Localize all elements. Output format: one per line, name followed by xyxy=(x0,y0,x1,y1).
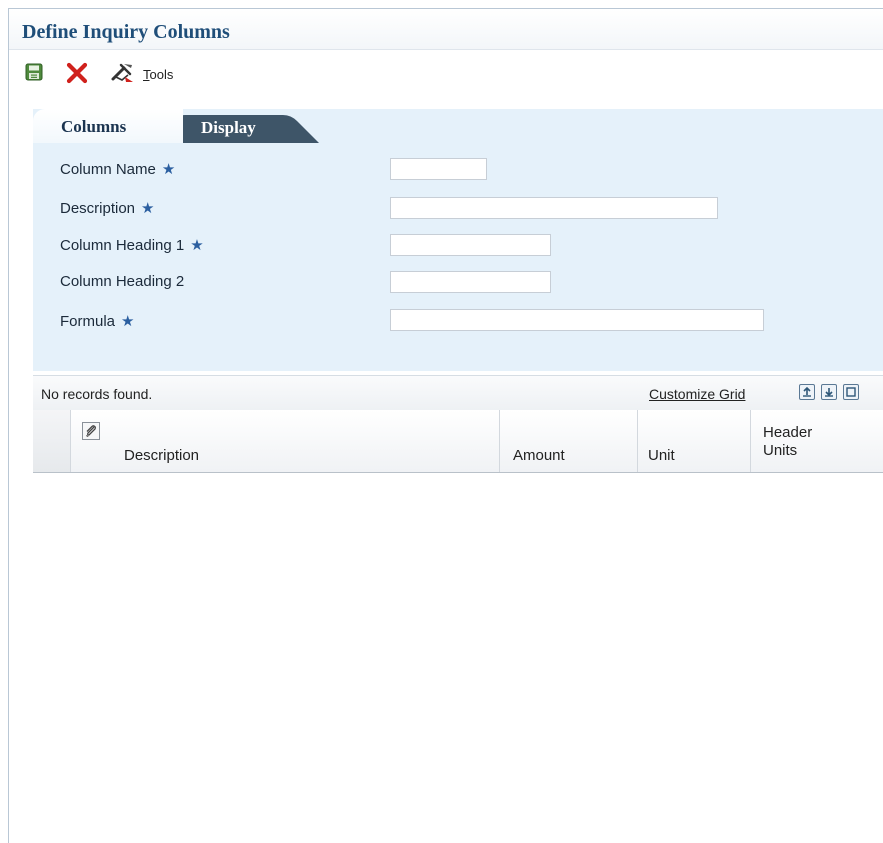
tab-display[interactable]: Display xyxy=(171,115,319,143)
column-header-header-units-line1: Header xyxy=(763,424,813,441)
required-star-icon: ★ xyxy=(190,237,204,254)
column-name-label: Column Name ★ xyxy=(60,161,176,178)
column-header-amount[interactable]: Amount xyxy=(500,410,638,472)
column-header-unit[interactable]: Unit xyxy=(638,410,751,472)
column-header-amount-label: Amount xyxy=(513,447,565,464)
column-heading-2-label: Column Heading 2 xyxy=(60,273,185,290)
column-header-unit-label: Unit xyxy=(648,447,675,464)
formula-input[interactable] xyxy=(390,309,764,331)
tools-menu[interactable]: Tools xyxy=(143,67,173,82)
tab-columns-label: Columns xyxy=(61,117,127,136)
grid-header: Description Amount Unit Header Units xyxy=(33,410,883,473)
row-selector-column[interactable] xyxy=(33,410,71,472)
application-frame: Define Inquiry Columns Tools Display Col… xyxy=(8,8,883,843)
required-star-icon: ★ xyxy=(121,313,135,330)
grid-status-bar: No records found. Customize Grid xyxy=(33,375,883,411)
column-header-header-units-line2: Units xyxy=(763,442,798,459)
column-name-input[interactable] xyxy=(390,158,487,180)
page-title: Define Inquiry Columns xyxy=(22,21,230,43)
column-heading-1-input[interactable] xyxy=(390,234,551,256)
toolbar: Tools xyxy=(9,50,883,86)
import-icon[interactable] xyxy=(821,384,837,400)
customize-grid-link[interactable]: Customize Grid xyxy=(649,386,745,402)
close-x-icon[interactable] xyxy=(66,62,88,89)
attachment-icon[interactable] xyxy=(82,422,100,440)
grid-body xyxy=(33,473,883,843)
tools-icon[interactable] xyxy=(110,61,136,88)
description-label: Description ★ xyxy=(60,200,155,217)
column-header-description-label: Description xyxy=(124,447,200,464)
title-bar: Define Inquiry Columns xyxy=(9,9,883,50)
column-header-description[interactable]: Description xyxy=(71,410,500,472)
export-icon[interactable] xyxy=(799,384,815,400)
floppy-disk-icon[interactable] xyxy=(25,63,43,86)
column-header-header-units[interactable]: Header Units xyxy=(751,410,883,472)
description-input[interactable] xyxy=(390,197,718,219)
tools-label-rest: ools xyxy=(149,67,174,82)
tab-display-label: Display xyxy=(201,118,256,137)
tab-bar: Display Columns xyxy=(33,109,433,143)
grid-status-text: No records found. xyxy=(41,386,153,402)
tab-columns[interactable]: Columns xyxy=(33,109,183,143)
required-star-icon: ★ xyxy=(161,161,176,178)
column-heading-2-input[interactable] xyxy=(390,271,551,293)
maximize-icon[interactable] xyxy=(843,384,859,400)
required-star-icon: ★ xyxy=(141,200,155,217)
column-heading-1-label: Column Heading 1 ★ xyxy=(60,237,204,254)
formula-label: Formula ★ xyxy=(60,313,135,330)
